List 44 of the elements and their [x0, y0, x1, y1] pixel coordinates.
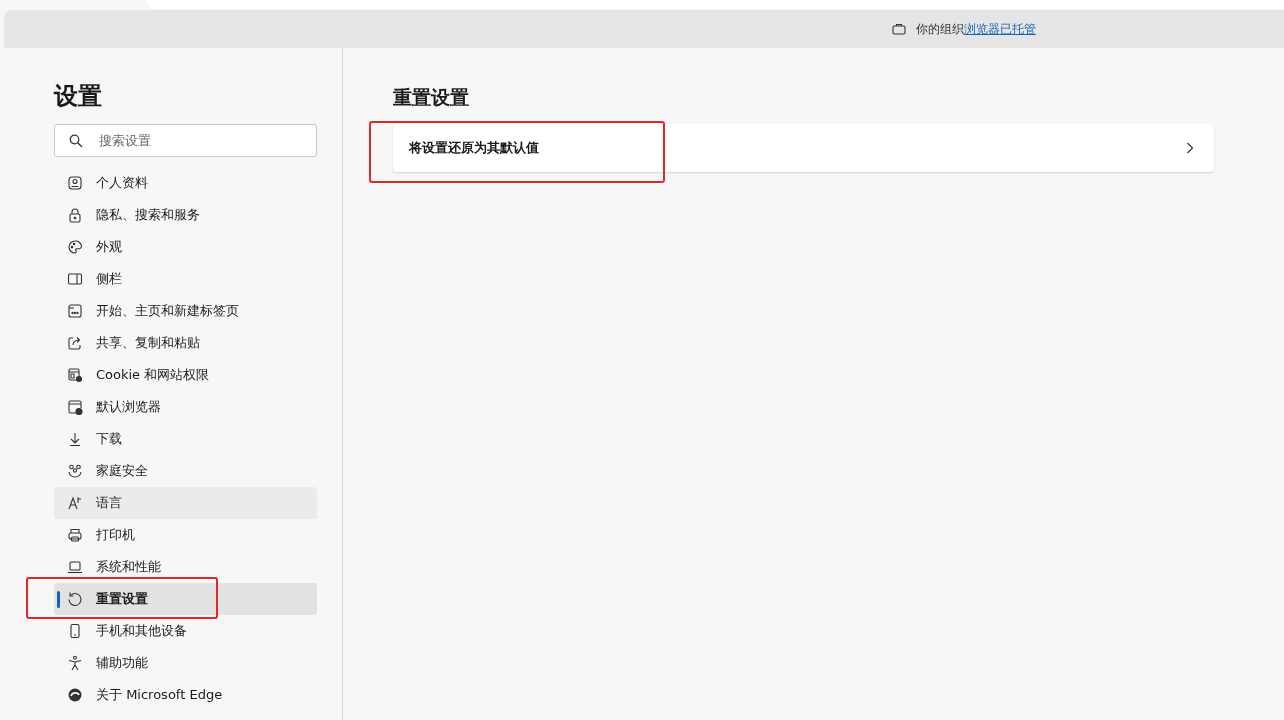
- nav-item[interactable]: 个人资料: [54, 167, 317, 199]
- browser-icon: [67, 399, 83, 415]
- nav-item[interactable]: 辅助功能: [54, 647, 317, 679]
- search-icon: [69, 134, 83, 148]
- nav-item[interactable]: 共享、复制和粘贴: [54, 327, 317, 359]
- nav-item[interactable]: 重置设置: [54, 583, 317, 615]
- nav-item[interactable]: 外观: [54, 231, 317, 263]
- family-icon: [67, 463, 83, 479]
- address-bar[interactable]: [146, 0, 1284, 9]
- section-title: 重置设置: [393, 85, 470, 110]
- share-icon: [67, 335, 83, 351]
- language-icon: [67, 495, 83, 511]
- nav-item[interactable]: 打印机: [54, 519, 317, 551]
- managed-link[interactable]: 浏览器已托管: [964, 20, 1036, 38]
- nav-item[interactable]: 隐私、搜索和服务: [54, 199, 317, 231]
- nav-item[interactable]: 开始、主页和新建标签页: [54, 295, 317, 327]
- nav-item[interactable]: 语言: [54, 487, 317, 519]
- phone-icon: [67, 623, 83, 639]
- download-icon: [67, 431, 83, 447]
- banner-text: 你的组织: [916, 20, 964, 38]
- nav-item[interactable]: 关于 Microsoft Edge: [54, 679, 317, 711]
- nav-item[interactable]: Cookie 和网站权限: [54, 359, 317, 391]
- chevron-icon: [1186, 142, 1194, 154]
- page-icon: [67, 303, 83, 319]
- nav-item[interactable]: 家庭安全: [54, 455, 317, 487]
- accessibility-icon: [67, 655, 83, 671]
- edge-icon: [67, 687, 83, 703]
- cookie-icon: [67, 367, 83, 383]
- reset-icon: [67, 591, 83, 607]
- profile-icon: [67, 175, 83, 191]
- nav-item[interactable]: 侧栏: [54, 263, 317, 295]
- nav-item[interactable]: 默认浏览器: [54, 391, 317, 423]
- briefcase-icon: [892, 23, 906, 35]
- lock-icon: [67, 207, 83, 223]
- palette-icon: [67, 239, 83, 255]
- sidebar-icon: [67, 271, 83, 287]
- printer-icon: [67, 527, 83, 543]
- nav-item[interactable]: 下载: [54, 423, 317, 455]
- laptop-icon: [67, 559, 83, 575]
- search-field[interactable]: 搜索设置: [54, 124, 317, 157]
- nav-item[interactable]: 系统和性能: [54, 551, 317, 583]
- nav-item[interactable]: 手机和其他设备: [54, 615, 317, 647]
- settings-title: 设置: [54, 82, 103, 110]
- reset-settings-row[interactable]: 将设置还原为其默认值: [393, 124, 1214, 172]
